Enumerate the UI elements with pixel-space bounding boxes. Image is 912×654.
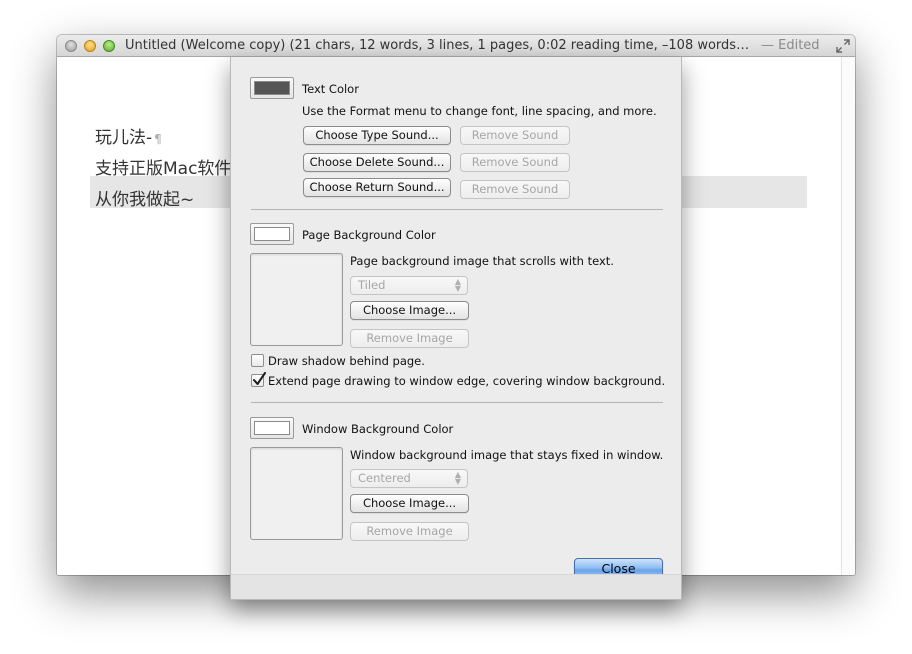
background-settings-sheet: Text Color Use the Format menu to change… (230, 57, 682, 600)
page-background-description: Page background image that scrolls with … (350, 254, 614, 268)
zoom-window-icon[interactable] (103, 40, 115, 52)
draw-shadow-checkbox[interactable] (251, 354, 264, 367)
remove-return-sound-button[interactable]: Remove Sound (460, 180, 570, 199)
remove-delete-sound-button[interactable]: Remove Sound (460, 153, 570, 172)
choose-delete-sound-button[interactable]: Choose Delete Sound... (303, 153, 451, 172)
document-line-3[interactable]: 从你我做起~ (95, 185, 194, 210)
choose-return-sound-button[interactable]: Choose Return Sound... (303, 178, 451, 197)
text-color-swatch (254, 81, 290, 95)
vertical-scrollbar[interactable] (841, 57, 855, 575)
window-remove-image-button[interactable]: Remove Image (350, 522, 469, 541)
window-background-image-well[interactable] (250, 447, 343, 540)
window-title: Untitled (Welcome copy) (21 chars, 12 wo… (125, 38, 750, 53)
window-background-color-well[interactable] (250, 417, 294, 439)
page-choose-image-button[interactable]: Choose Image... (350, 301, 469, 320)
sheet-footer (231, 574, 681, 599)
page-background-mode-value: Tiled (358, 278, 386, 292)
page-background-color-label: Page Background Color (302, 228, 436, 242)
window-background-description: Window background image that stays fixed… (350, 448, 664, 462)
page-background-image-well[interactable] (250, 253, 343, 346)
page-background-swatch (254, 227, 290, 241)
extend-page-drawing-label[interactable]: Extend page drawing to window edge, cove… (268, 374, 665, 388)
checkmark-icon (253, 372, 266, 385)
window-background-mode-select[interactable]: Centered ▲ ▼ (350, 469, 468, 488)
window-background-mode-value: Centered (358, 471, 411, 485)
minimize-window-icon[interactable] (84, 40, 96, 52)
draw-shadow-label[interactable]: Draw shadow behind page. (268, 354, 425, 368)
section-divider-1 (251, 209, 663, 210)
edited-status[interactable]: — Edited (761, 38, 820, 53)
remove-type-sound-button[interactable]: Remove Sound (460, 126, 570, 145)
page-background-mode-select[interactable]: Tiled ▲ ▼ (350, 276, 468, 295)
text-color-label: Text Color (302, 82, 359, 96)
document-line-1[interactable]: 玩儿法- ¶ (95, 123, 162, 148)
fullscreen-icon[interactable] (835, 38, 851, 54)
document-line-2[interactable]: 支持正版Mac软件 (95, 154, 231, 179)
text-color-well[interactable] (250, 77, 294, 99)
page-background-color-well[interactable] (250, 223, 294, 245)
window-background-color-label: Window Background Color (302, 422, 454, 436)
choose-type-sound-button[interactable]: Choose Type Sound... (303, 126, 451, 145)
format-menu-hint: Use the Format menu to change font, line… (302, 104, 657, 118)
close-window-icon[interactable] (65, 40, 77, 52)
extend-page-drawing-checkbox[interactable] (251, 372, 266, 387)
popup-arrows-icon: ▲ ▼ (454, 277, 461, 293)
window-choose-image-button[interactable]: Choose Image... (350, 494, 469, 513)
window-background-swatch (254, 421, 290, 435)
page-remove-image-button[interactable]: Remove Image (350, 329, 469, 348)
pilcrow-icon: ¶ (154, 132, 162, 146)
popup-arrows-icon: ▲ ▼ (454, 470, 461, 486)
title-bar[interactable]: Untitled (Welcome copy) (21 chars, 12 wo… (57, 35, 855, 57)
section-divider-2 (251, 402, 663, 403)
